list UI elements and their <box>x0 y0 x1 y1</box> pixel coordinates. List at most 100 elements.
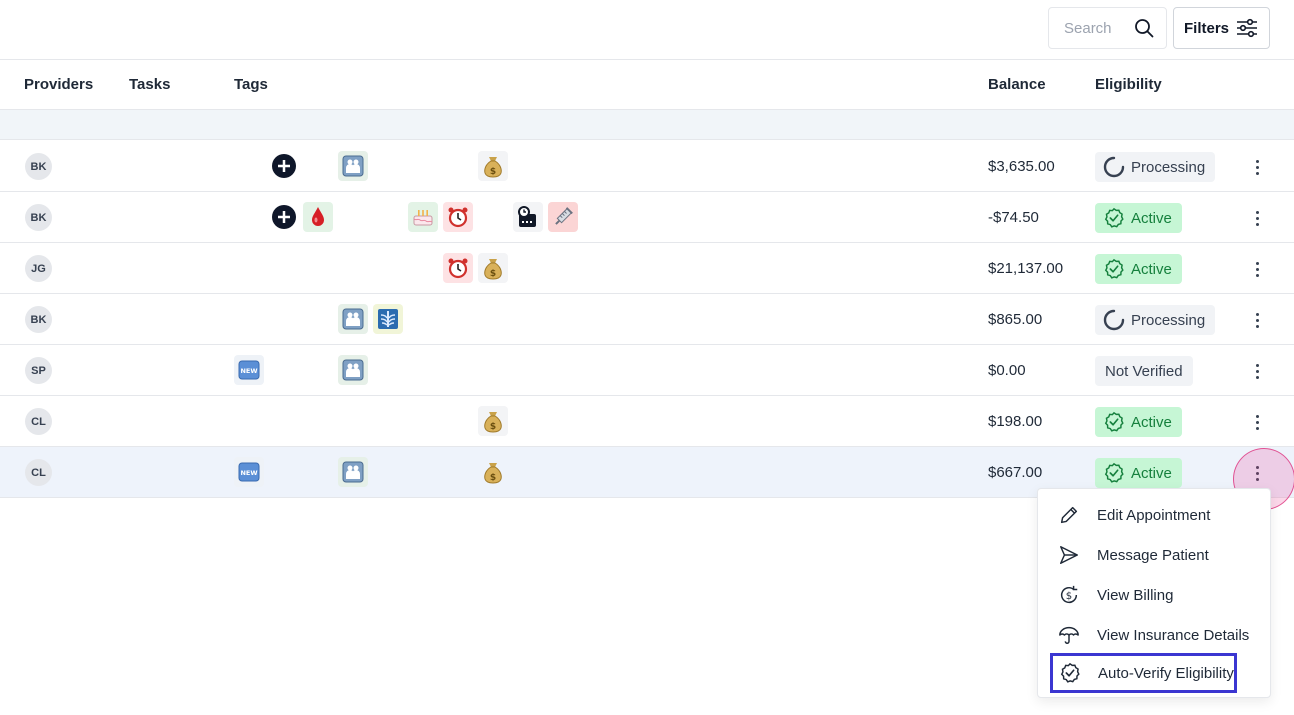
balance-value: $3,635.00 <box>988 158 1055 175</box>
new-badge-icon: NEW <box>234 355 264 385</box>
row-actions-button[interactable] <box>1247 256 1267 282</box>
menu-item-label: Message Patient <box>1097 546 1209 564</box>
search-box[interactable] <box>1048 7 1167 49</box>
money-bag-icon: $ <box>478 457 508 487</box>
row-context-menu: Edit Appointment Message Patient $ View … <box>1037 488 1271 698</box>
svg-text:$: $ <box>490 269 496 279</box>
row-actions-button[interactable] <box>1247 205 1267 231</box>
syringe-icon <box>548 202 578 232</box>
search-input[interactable] <box>1064 19 1134 37</box>
filters-button[interactable]: Filters <box>1173 7 1270 49</box>
family-icon <box>338 151 368 181</box>
avatar: BK <box>25 204 52 231</box>
money-bag-icon: $ <box>478 406 508 436</box>
status-badge: Processing <box>1095 152 1216 182</box>
alarm-clock-icon <box>443 253 473 283</box>
table-row[interactable]: BK -$74.50 Active <box>0 192 1294 243</box>
family-icon <box>338 304 368 334</box>
umbrella-icon <box>1056 624 1082 646</box>
balance-value: $865.00 <box>988 311 1043 328</box>
status-label: Active <box>1131 413 1172 431</box>
status-badge: Active <box>1095 458 1182 488</box>
status-label: Active <box>1131 209 1172 227</box>
balance-value: $21,137.00 <box>988 260 1064 277</box>
family-icon <box>338 457 368 487</box>
appointments-page: Filters Providers Tasks Tags Balance Eli… <box>0 0 1294 715</box>
menu-item-auto-verify-eligibility[interactable]: Auto-Verify Eligibility <box>1050 653 1237 693</box>
money-bag-icon: $ <box>478 253 508 283</box>
spinner-icon <box>1103 309 1125 331</box>
balance-value: $667.00 <box>988 464 1043 481</box>
menu-item-label: Edit Appointment <box>1097 506 1211 524</box>
table-row[interactable]: BK $865.00 Processing <box>0 294 1294 345</box>
spinner-icon <box>1103 156 1125 178</box>
menu-item-label: Auto-Verify Eligibility <box>1098 664 1234 682</box>
blood-drop-icon <box>303 202 333 232</box>
money-bag-icon: $ <box>478 151 508 181</box>
header-balance[interactable]: Balance <box>988 76 1046 93</box>
menu-item-view-billing[interactable]: $ View Billing <box>1052 578 1258 612</box>
status-badge: Not Verified <box>1095 356 1193 386</box>
status-badge: Active <box>1095 254 1182 284</box>
status-label: Processing <box>1131 158 1206 176</box>
table-row[interactable]: BK $ $3,635.00 Processing <box>0 141 1294 192</box>
status-badge: Active <box>1095 407 1182 437</box>
billing-icon: $ <box>1056 584 1082 606</box>
plus-circle-icon <box>269 202 299 232</box>
svg-text:$: $ <box>490 473 496 483</box>
plus-circle-icon <box>269 151 299 181</box>
menu-item-view-insurance-details[interactable]: View Insurance Details <box>1052 618 1258 652</box>
family-icon <box>338 355 368 385</box>
sliders-icon <box>1235 18 1259 38</box>
table-row[interactable]: JG $ $21,137.00 Active <box>0 243 1294 294</box>
calendar-clock-icon <box>513 202 543 232</box>
menu-item-label: View Billing <box>1097 586 1174 604</box>
badge-check-icon <box>1103 258 1125 280</box>
birthday-cake-icon <box>408 202 438 232</box>
status-badge: Processing <box>1095 305 1216 335</box>
new-badge-icon: NEW <box>234 457 264 487</box>
header-tags[interactable]: Tags <box>234 76 268 93</box>
avatar: BK <box>25 306 52 333</box>
balance-value: -$74.50 <box>988 209 1039 226</box>
badge-check-icon <box>1103 462 1125 484</box>
svg-text:$: $ <box>490 167 496 177</box>
svg-text:$: $ <box>1066 591 1072 602</box>
send-icon <box>1056 544 1082 566</box>
avatar: CL <box>25 408 52 435</box>
status-badge: Active <box>1095 203 1182 233</box>
row-actions-button[interactable] <box>1247 409 1267 435</box>
menu-item-label: View Insurance Details <box>1097 626 1250 644</box>
group-band <box>0 110 1294 140</box>
row-actions-button[interactable] <box>1247 154 1267 180</box>
avatar: CL <box>25 459 52 486</box>
status-label: Active <box>1131 260 1172 278</box>
table-row[interactable]: CL $ $198.00 Active <box>0 396 1294 447</box>
badge-check-icon <box>1057 662 1083 684</box>
avatar: JG <box>25 255 52 282</box>
svg-text:$: $ <box>490 422 496 432</box>
badge-check-icon <box>1103 411 1125 433</box>
status-label: Active <box>1131 464 1172 482</box>
avatar: BK <box>25 153 52 180</box>
pencil-icon <box>1056 504 1082 526</box>
avatar: SP <box>25 357 52 384</box>
header-providers[interactable]: Providers <box>24 76 93 93</box>
filters-label: Filters <box>1184 19 1230 37</box>
xray-icon <box>373 304 403 334</box>
balance-value: $0.00 <box>988 362 1026 379</box>
menu-item-message-patient[interactable]: Message Patient <box>1052 538 1258 572</box>
header-eligibility[interactable]: Eligibility <box>1095 76 1162 93</box>
row-actions-button[interactable] <box>1247 307 1267 333</box>
toolbar-divider <box>0 59 1294 60</box>
balance-value: $198.00 <box>988 413 1043 430</box>
table-row[interactable]: SP NEW $0.00 Not Verified <box>0 345 1294 396</box>
search-icon[interactable] <box>1134 18 1154 38</box>
menu-item-edit-appointment[interactable]: Edit Appointment <box>1052 498 1258 532</box>
alarm-clock-icon <box>443 202 473 232</box>
header-tasks[interactable]: Tasks <box>129 76 170 93</box>
status-label: Not Verified <box>1105 362 1183 380</box>
badge-check-icon <box>1103 207 1125 229</box>
svg-text:NEW: NEW <box>240 469 257 477</box>
row-actions-button[interactable] <box>1247 358 1267 384</box>
